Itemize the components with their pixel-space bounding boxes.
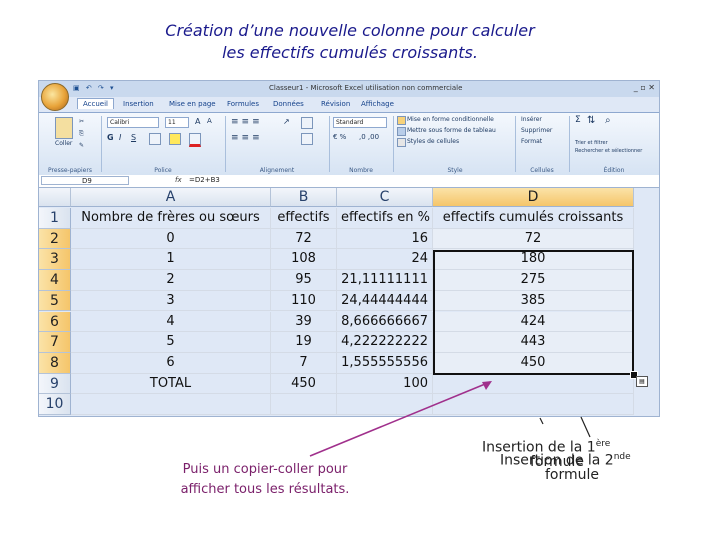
- second-formula-tick: [580, 416, 591, 438]
- copy-paste-note-line1: Puis un copier-coller pour: [182, 462, 348, 477]
- second-formula-suffix: formule: [545, 466, 600, 483]
- second-formula-sup: nde: [613, 452, 631, 462]
- first-formula-tick: [539, 417, 544, 425]
- copy-paste-arrow: [309, 381, 491, 457]
- copy-paste-note-line2: afficher tous les résultats.: [180, 482, 350, 497]
- copy-paste-note: Puis un copier-coller pour afficher tous…: [160, 460, 370, 500]
- first-formula-sup: ère: [595, 439, 611, 449]
- second-formula-note: Insertion de la 2nde formule: [500, 450, 631, 482]
